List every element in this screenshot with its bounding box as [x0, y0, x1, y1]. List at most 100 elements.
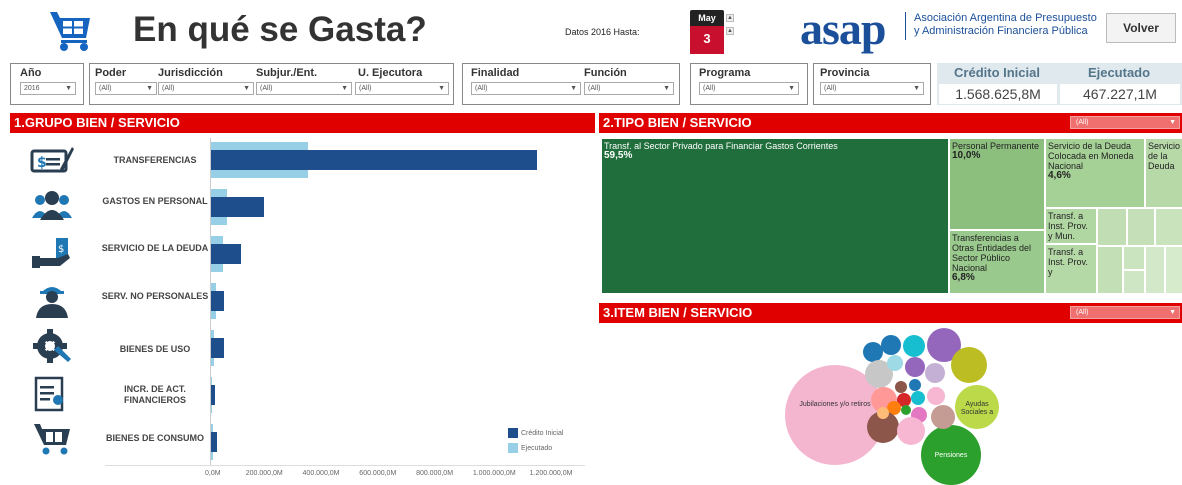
treemap-cell[interactable]	[1097, 246, 1123, 294]
bubble[interactable]	[909, 379, 921, 391]
treemap-cell[interactable]	[1097, 208, 1127, 246]
bar-credito[interactable]	[211, 432, 217, 452]
check-icon: $	[30, 147, 74, 173]
svg-text:$: $	[37, 155, 47, 171]
bar-credito[interactable]	[211, 150, 538, 170]
category-label: GASTOS EN PERSONAL	[102, 196, 208, 206]
filter-year-value: 2016	[24, 85, 40, 92]
treemap: Transf. al Sector Privado para Financiar…	[601, 138, 1182, 294]
bubble[interactable]	[911, 391, 925, 405]
filter-jurisdiccion-label: Jurisdicción	[158, 67, 223, 79]
treemap-cell-name: Transferencias a Otras Entidades del Sec…	[952, 233, 1032, 273]
treemap-cell-pct: 6,8%	[952, 272, 975, 283]
filter-org-box: Poder Jurisdicción Subjur./Ent. U. Ejecu…	[89, 63, 454, 105]
bubble[interactable]	[927, 387, 945, 405]
x-tick-label: 0,0M	[205, 470, 221, 477]
cart-logo-icon	[50, 12, 90, 51]
kpi-credito-value: 1.568.625,8M	[939, 84, 1057, 104]
treemap-cell[interactable]	[1123, 270, 1145, 294]
logo-divider	[905, 12, 906, 40]
calendar-down-icon[interactable]: ▲	[726, 27, 734, 35]
filter-year-box: Año 2016 ▼	[10, 63, 84, 105]
bubble[interactable]	[925, 363, 945, 383]
chevron-down-icon: ▼	[1169, 119, 1176, 126]
category-label: SERVICIO DE LA DEUDA	[101, 243, 209, 253]
bubble[interactable]	[887, 355, 903, 371]
filter-funcion-label: Función	[584, 67, 627, 79]
treemap-cell[interactable]: Transferencias a Otras Entidades del Sec…	[949, 230, 1045, 294]
chevron-down-icon: ▼	[570, 85, 577, 92]
filter-year-select[interactable]: 2016 ▼	[20, 82, 76, 95]
filter-funcion-select[interactable]: (All) ▼	[584, 82, 674, 95]
bubble[interactable]	[863, 342, 883, 362]
bar-credito[interactable]	[211, 244, 241, 264]
treemap-cell[interactable]: Servicio de la Deuda	[1145, 138, 1182, 208]
filter-poder-value: (All)	[99, 85, 112, 92]
x-tick-label: 600.000,0M	[359, 470, 397, 477]
bar-credito[interactable]	[211, 385, 215, 405]
filter-poder-select[interactable]: (All) ▼	[95, 82, 157, 95]
calendar-up-icon[interactable]: ▲	[726, 14, 734, 22]
filter-subjur-label: Subjur./Ent.	[256, 67, 318, 79]
section3-dropdown[interactable]: (All) ▼	[1070, 306, 1180, 319]
bubble-label: Jubilaciones y/o retiros	[799, 401, 871, 408]
treemap-cell[interactable]	[1145, 246, 1165, 294]
section2-dropdown-value: (All)	[1076, 119, 1089, 126]
bar-credito[interactable]	[211, 197, 264, 217]
filter-programa-select[interactable]: (All) ▼	[699, 82, 799, 95]
page-title: En qué se Gasta?	[133, 10, 427, 49]
bar-credito[interactable]	[211, 291, 224, 311]
calendar-day: 3	[690, 26, 724, 54]
filter-provincia-label: Provincia	[820, 67, 870, 79]
x-tick-label: 200.000,0M	[245, 470, 283, 477]
bubble[interactable]	[897, 417, 925, 445]
section2-title: 2.TIPO BIEN / SERVICIO	[603, 115, 752, 130]
category-label: SERV. NO PERSONALES	[101, 291, 209, 301]
treemap-cell[interactable]	[1155, 208, 1182, 246]
bubble[interactable]	[895, 381, 907, 393]
legend-swatch	[508, 443, 518, 453]
filter-funcion-value: (All)	[588, 85, 601, 92]
bubble[interactable]	[901, 405, 911, 415]
category-label: BIENES DE USO	[119, 344, 191, 354]
section1-header: 1.GRUPO BIEN / SERVICIO	[10, 113, 595, 133]
filter-uejecutora-select[interactable]: (All) ▼	[355, 82, 449, 95]
treemap-cell[interactable]: Transf. a Inst. Prov. y	[1045, 244, 1097, 294]
people-icon	[32, 191, 72, 220]
bubble[interactable]	[931, 405, 955, 429]
treemap-cell[interactable]: Transf. al Sector Privado para Financiar…	[601, 138, 949, 294]
chevron-down-icon: ▼	[913, 85, 920, 92]
legend-item-ejecutado: Ejecutado	[508, 443, 563, 455]
treemap-cell[interactable]	[1123, 246, 1145, 270]
calendar-widget[interactable]: May 3 ▲ ▲	[690, 10, 736, 55]
section2-dropdown[interactable]: (All) ▼	[1070, 116, 1180, 129]
kpi-ejecutado-label: Ejecutado	[1087, 65, 1151, 80]
chevron-down-icon: ▼	[65, 85, 72, 92]
filter-provincia-select[interactable]: (All) ▼	[820, 82, 924, 95]
bubble[interactable]	[877, 407, 889, 419]
treemap-cell[interactable]: Servicio de la Deuda Colocada en Moneda …	[1045, 138, 1145, 208]
back-button[interactable]: Volver	[1106, 13, 1176, 43]
filter-subjur-select[interactable]: (All) ▼	[256, 82, 352, 95]
bar-credito[interactable]	[211, 338, 224, 358]
treemap-cell[interactable]	[1127, 208, 1155, 246]
chevron-down-icon: ▼	[1169, 309, 1176, 316]
filter-jurisdiccion-value: (All)	[162, 85, 175, 92]
bubble[interactable]	[881, 335, 901, 355]
legend-item-credito: Crédito Inicial	[508, 428, 563, 440]
treemap-cell-name: Servicio de la Deuda	[1148, 141, 1181, 171]
treemap-cell[interactable]: Personal Permanente 10,0%	[949, 138, 1045, 230]
bubble[interactable]	[903, 335, 925, 357]
category-label: BIENES DE CONSUMO	[105, 433, 204, 443]
x-tick-label: 1.000.000,0M	[472, 470, 516, 477]
filter-finalidad-select[interactable]: (All) ▼	[471, 82, 581, 95]
filter-jurisdiccion-select[interactable]: (All) ▼	[158, 82, 254, 95]
bubble[interactable]	[951, 347, 987, 383]
filter-uejecutora-label: U. Ejecutora	[358, 67, 423, 79]
bubble[interactable]	[905, 357, 925, 377]
legend-swatch	[508, 428, 518, 438]
section3-title: 3.ITEM BIEN / SERVICIO	[603, 305, 753, 320]
treemap-cell[interactable]	[1165, 246, 1182, 294]
treemap-cell[interactable]: Transf. a Inst. Prov. y Mun. para	[1045, 208, 1097, 244]
treemap-cell-name: Transf. al Sector Privado para Financiar…	[604, 141, 838, 151]
